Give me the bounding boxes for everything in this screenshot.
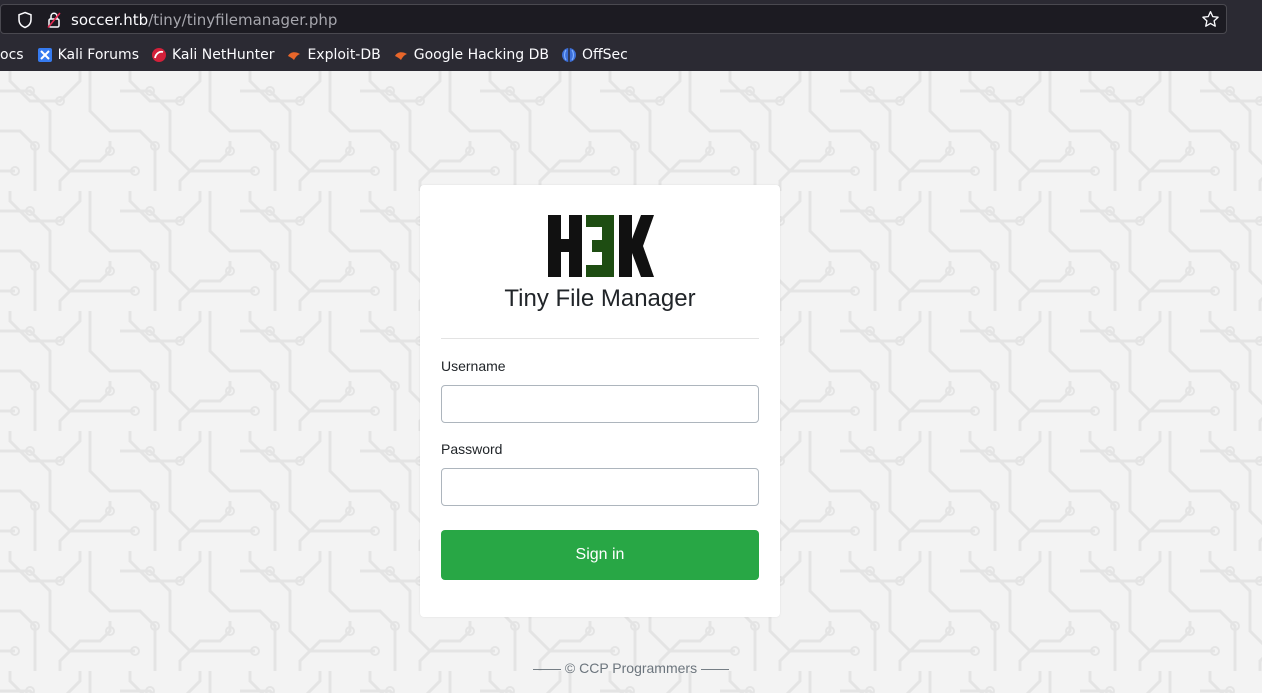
login-card: Tiny File Manager Username Password Sign… <box>420 185 780 617</box>
exploit-db-icon <box>288 52 301 60</box>
password-input[interactable] <box>441 468 759 506</box>
insecure-lock-icon[interactable] <box>45 11 63 29</box>
google-hacking-db-icon <box>394 52 407 60</box>
address-bar[interactable]: soccer.htb/tiny/tinyfilemanager.php <box>0 4 1227 34</box>
kali-forums-icon <box>37 48 52 62</box>
bookmark-offsec[interactable]: OffSec <box>561 47 628 63</box>
offsec-icon <box>561 48 576 62</box>
bookmark-label: Kali Forums <box>57 47 139 63</box>
h3k-logo <box>548 215 654 277</box>
shield-icon[interactable] <box>16 11 34 29</box>
url-text[interactable]: soccer.htb/tiny/tinyfilemanager.php <box>71 11 337 29</box>
kali-nethunter-icon <box>152 48 166 62</box>
bookmark-star-icon[interactable] <box>1201 10 1220 29</box>
bookmark-label: Kali NetHunter <box>172 47 275 63</box>
card-divider <box>441 338 759 339</box>
bookmark-kali-forums[interactable]: Kali Forums <box>37 47 139 63</box>
app-title: Tiny File Manager <box>504 285 696 312</box>
page-viewport: Tiny File Manager Username Password Sign… <box>0 71 1262 693</box>
bookmark-label: Exploit-DB <box>307 47 381 63</box>
username-input[interactable] <box>441 385 759 423</box>
bookmark-label: ocs <box>0 47 24 63</box>
bookmark-google-hacking-db[interactable]: Google Hacking DB <box>393 47 549 63</box>
bookmark-label: OffSec <box>581 47 628 63</box>
username-label: Username <box>441 358 506 374</box>
bookmark-kali-nethunter[interactable]: Kali NetHunter <box>151 47 274 63</box>
url-host: soccer.htb <box>71 11 149 29</box>
bookmark-docs[interactable]: ocs <box>0 47 24 63</box>
bookmark-exploit-db[interactable]: Exploit-DB <box>286 47 381 63</box>
bookmark-label: Google Hacking DB <box>413 47 549 63</box>
sign-in-button[interactable]: Sign in <box>441 530 759 580</box>
url-path: /tiny/tinyfilemanager.php <box>148 11 338 29</box>
footer-credit: —— © CCP Programmers —— <box>533 660 729 676</box>
bookmarks-toolbar: ocs Kali Forums Kali NetHunter Exploit-D… <box>0 42 1262 68</box>
password-label: Password <box>441 441 503 457</box>
browser-chrome: soccer.htb/tiny/tinyfilemanager.php ocs … <box>0 0 1262 71</box>
